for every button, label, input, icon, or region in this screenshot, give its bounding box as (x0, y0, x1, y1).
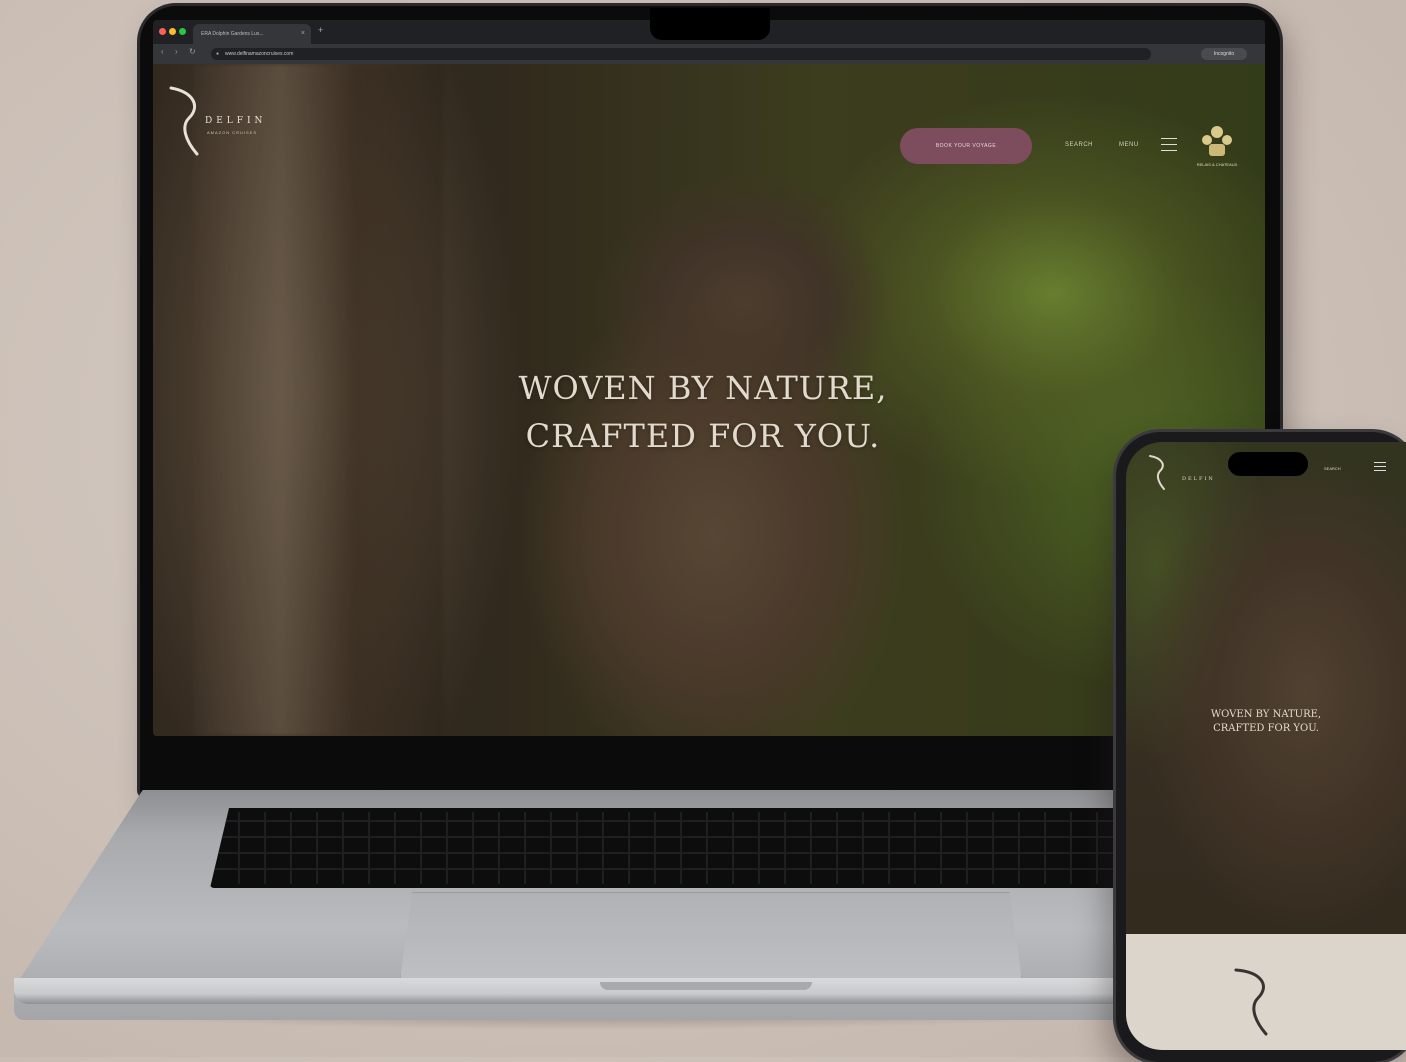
laptop-base-front (14, 978, 1184, 1004)
close-window-icon[interactable] (159, 28, 166, 35)
logo-swirl-icon (1234, 968, 1268, 1036)
phone-site-logo[interactable]: DELFIN (1146, 452, 1216, 492)
back-icon[interactable]: ‹ (161, 47, 164, 56)
incognito-badge[interactable]: Incognito (1201, 48, 1247, 60)
hero-heading-line-1: WOVEN BY NATURE, (518, 369, 888, 407)
browser-address-bar: ‹ › ↻ ● www.delfinamazoncruises.com Inco… (153, 44, 1265, 65)
crest-text: RELAIS & CHATEAUX (1196, 162, 1238, 167)
tab-close-icon[interactable]: × (301, 24, 305, 44)
menu-link[interactable]: MENU (1119, 142, 1139, 148)
phone-hero-line-2: CRAFTED FOR YOU. (1213, 723, 1319, 734)
url-field[interactable]: ● www.delfinamazoncruises.com (211, 48, 1151, 60)
tab-title: ERA Dolphin Gardens Lux... (201, 31, 264, 37)
laptop-notch (650, 8, 770, 40)
phone-hero-heading: WOVEN BY NATURE, CRAFTED FOR YOU. (1176, 708, 1356, 736)
phone-logo-name: DELFIN (1182, 476, 1215, 482)
minimize-window-icon[interactable] (169, 28, 176, 35)
hero-heading-line-2: CRAFTED FOR YOU. (525, 417, 881, 455)
new-tab-icon[interactable]: + (318, 25, 323, 35)
reload-icon[interactable]: ↻ (189, 47, 196, 56)
maximize-window-icon[interactable] (179, 28, 186, 35)
phone-hero-line-1: WOVEN BY NATURE, (1210, 709, 1322, 720)
browser-tab[interactable]: ERA Dolphin Gardens Lux... × (193, 24, 311, 44)
phone-footer-section (1126, 934, 1406, 1050)
menu-icon[interactable] (1161, 138, 1177, 152)
search-link[interactable]: SEARCH (1065, 142, 1093, 148)
phone-screen: DELFIN SEARCH WOVEN BY NATURE, CRAFTED F… (1126, 442, 1406, 1050)
laptop-base-notch (600, 982, 812, 990)
hero-heading: WOVEN BY NATURE, CRAFTED FOR YOU. (453, 364, 953, 460)
lock-icon: ● (216, 51, 220, 57)
forward-icon[interactable]: › (175, 47, 178, 56)
crest-icon (1202, 126, 1232, 156)
menu-icon[interactable] (1374, 462, 1386, 472)
laptop-screen: ERA Dolphin Gardens Lux... × + ‹ › ↻ ● w… (153, 20, 1265, 736)
logo-name: DELFIN (205, 116, 267, 126)
site-logo[interactable]: DELFIN AMAZON CRUISES (163, 82, 323, 162)
hero-section: DELFIN AMAZON CRUISES BOOK YOUR VOYAGE S… (153, 64, 1265, 736)
keyboard (210, 808, 1160, 888)
crest-logo: RELAIS & CHATEAUX (1189, 122, 1245, 182)
dynamic-island (1228, 452, 1308, 476)
book-voyage-button[interactable]: BOOK YOUR VOYAGE (900, 128, 1032, 164)
trackpad (400, 892, 1022, 980)
logo-swirl-icon (1149, 455, 1165, 490)
logo-tagline: AMAZON CRUISES (207, 130, 258, 135)
phone-search-link[interactable]: SEARCH (1324, 466, 1341, 471)
url-text: www.delfinamazoncruises.com (225, 51, 294, 57)
